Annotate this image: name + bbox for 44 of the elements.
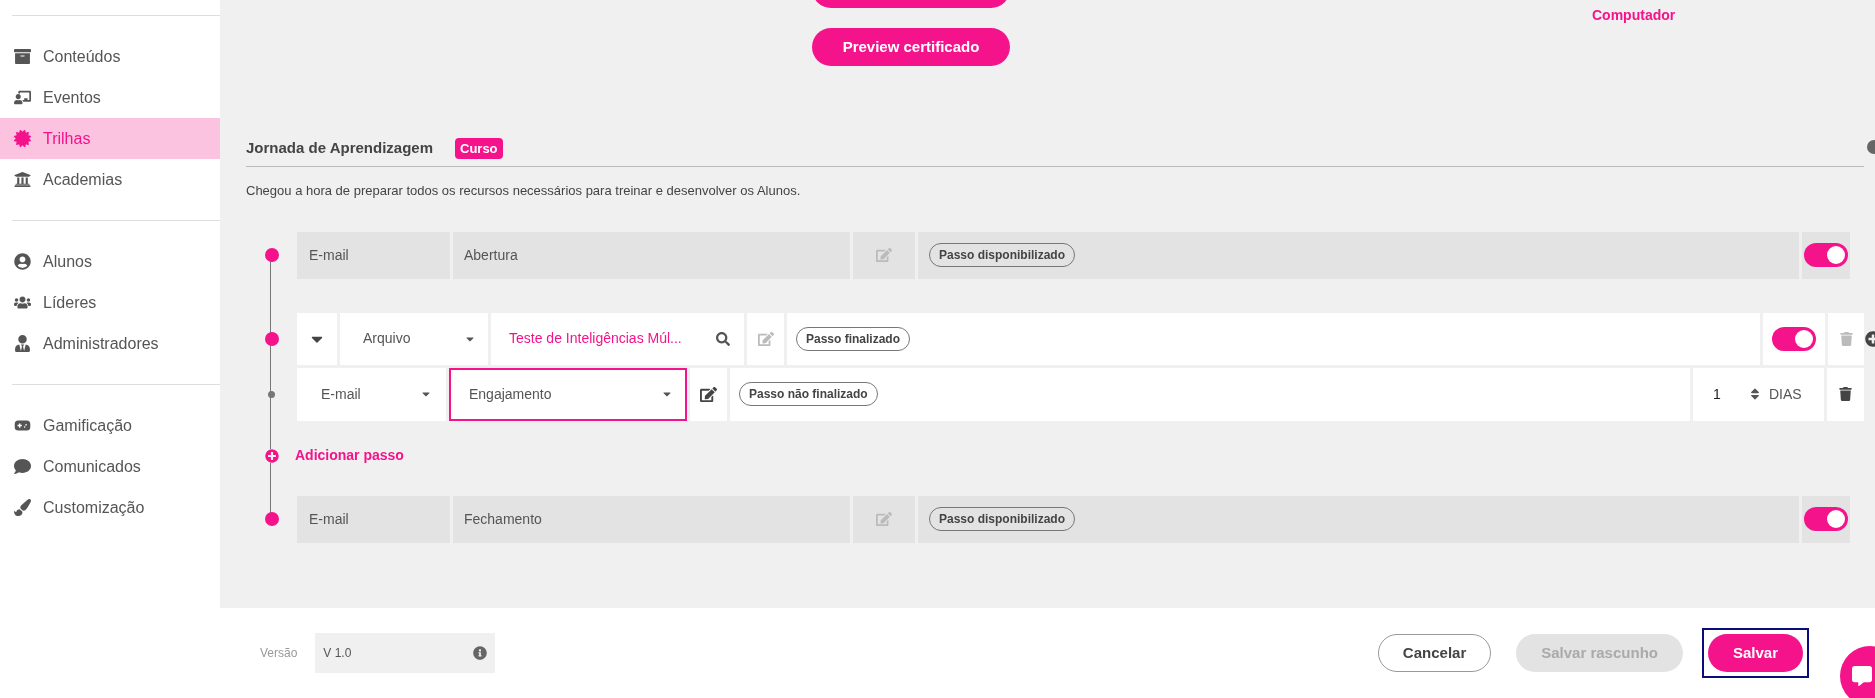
section-description: Chegou a hora de preparar todos os recursos necessários para treinar e desenvolver os Alunos. bbox=[246, 182, 802, 200]
sidebar-item[interactable]: Academias bbox=[0, 159, 220, 200]
sidebar-item[interactable]: Gamificação bbox=[0, 405, 220, 446]
step-name-cell: Abertura bbox=[453, 231, 850, 279]
sidebar-item[interactable]: Eventos bbox=[0, 77, 220, 118]
sidebar-item[interactable]: Comunicados bbox=[0, 446, 220, 487]
preview-button[interactable]: Preview certificado bbox=[812, 28, 1010, 66]
toggle-switch[interactable] bbox=[1772, 326, 1816, 351]
sidebar-item[interactable]: Alunos bbox=[0, 241, 220, 282]
building-icon bbox=[14, 171, 31, 188]
stepper-icon[interactable] bbox=[1749, 387, 1761, 401]
sidebar-item[interactable]: Líderes bbox=[0, 282, 220, 323]
step-name-cell: Fechamento bbox=[453, 495, 850, 543]
sidebar-item[interactable]: Customização bbox=[0, 487, 220, 528]
template-select[interactable]: Engajamento bbox=[449, 367, 687, 421]
toggle-switch[interactable] bbox=[1804, 243, 1848, 267]
version-label: Versão bbox=[260, 645, 298, 662]
brush-icon bbox=[14, 499, 31, 516]
sidebar-item[interactable]: Conteúdos bbox=[0, 36, 220, 77]
info-icon[interactable] bbox=[473, 646, 488, 660]
sidebar-item[interactable]: Administradores bbox=[0, 323, 220, 364]
delay-unit: DIAS bbox=[1769, 384, 1802, 404]
chat-icon bbox=[1852, 666, 1872, 686]
step-type-select[interactable]: E-mail bbox=[297, 367, 446, 421]
footer-button[interactable]: Cancelar bbox=[1377, 634, 1492, 672]
presenter-icon bbox=[14, 89, 31, 106]
users-icon bbox=[14, 294, 31, 311]
search-icon[interactable] bbox=[716, 331, 730, 346]
archive-icon bbox=[14, 48, 31, 65]
delay-value[interactable]: 1 bbox=[1713, 383, 1745, 405]
badge-icon bbox=[14, 130, 31, 147]
trash-icon[interactable] bbox=[1839, 387, 1852, 401]
section-title: Jornada de Aprendizagem bbox=[246, 138, 433, 159]
footer-button[interactable]: Salvar bbox=[1707, 634, 1803, 672]
user-icon bbox=[14, 335, 31, 352]
step-type-cell: E-mail bbox=[297, 231, 450, 279]
speech-bubble-icon bbox=[14, 458, 31, 475]
step-type-cell: E-mail bbox=[297, 495, 450, 543]
toggle-switch[interactable] bbox=[1804, 507, 1848, 531]
add-circle-icon[interactable] bbox=[264, 448, 279, 463]
version-field: V 1.0 bbox=[315, 633, 496, 673]
edit-icon[interactable] bbox=[700, 385, 717, 403]
type-tag: Curso bbox=[455, 137, 503, 160]
step-type-select[interactable]: Arquivo bbox=[340, 312, 488, 365]
